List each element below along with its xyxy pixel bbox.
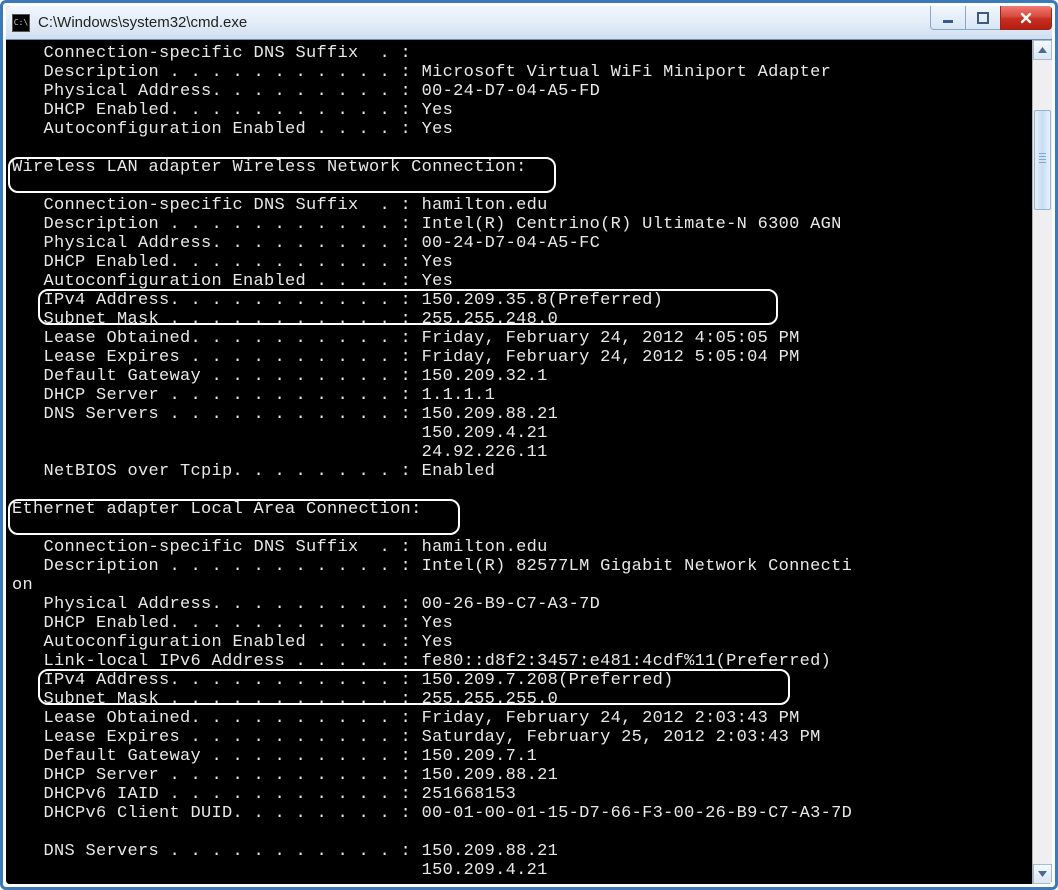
terminal-container: Connection-specific DNS Suffix . : Descr… bbox=[6, 40, 1052, 884]
minimize-button[interactable] bbox=[930, 6, 966, 30]
line: Physical Address. . . . . . . . . : 00-2… bbox=[12, 82, 600, 101]
line: Subnet Mask . . . . . . . . . . . : 255.… bbox=[12, 690, 558, 709]
line: 150.209.4.21 bbox=[12, 861, 548, 880]
line: DHCPv6 Client DUID. . . . . . . . : 00-0… bbox=[12, 804, 852, 823]
line: DHCP Enabled. . . . . . . . . . . : Yes bbox=[12, 253, 453, 272]
line: Autoconfiguration Enabled . . . . : Yes bbox=[12, 633, 453, 652]
scroll-down-button[interactable] bbox=[1033, 864, 1052, 884]
line: Link-local IPv6 Address . . . . . : fe80… bbox=[12, 652, 831, 671]
line: Lease Obtained. . . . . . . . . . : Frid… bbox=[12, 709, 800, 728]
titlebar[interactable]: C:\ C:\Windows\system32\cmd.exe bbox=[6, 6, 1052, 40]
line: Physical Address. . . . . . . . . : 00-2… bbox=[12, 595, 600, 614]
line: 24.92.226.11 bbox=[12, 443, 548, 462]
line: Ethernet adapter Local Area Connection: bbox=[12, 500, 422, 519]
scroll-up-button[interactable] bbox=[1033, 40, 1052, 60]
line: Connection-specific DNS Suffix . : bbox=[12, 44, 411, 63]
window-controls bbox=[931, 6, 1052, 30]
line: IPv4 Address. . . . . . . . . . . : 150.… bbox=[12, 291, 663, 310]
chevron-down-icon bbox=[1038, 871, 1047, 877]
chevron-up-icon bbox=[1038, 47, 1047, 53]
line: Description . . . . . . . . . . . : Inte… bbox=[12, 557, 852, 576]
line: Connection-specific DNS Suffix . : hamil… bbox=[12, 196, 548, 215]
line: Description . . . . . . . . . . . : Micr… bbox=[12, 63, 831, 82]
line: Wireless LAN adapter Wireless Network Co… bbox=[12, 158, 527, 177]
line: DHCP Enabled. . . . . . . . . . . : Yes bbox=[12, 101, 453, 120]
line: Description . . . . . . . . . . . : Inte… bbox=[12, 215, 842, 234]
line: Autoconfiguration Enabled . . . . : Yes bbox=[12, 120, 453, 139]
command-prompt-window: C:\ C:\Windows\system32\cmd.exe Connecti… bbox=[6, 6, 1052, 884]
line: Default Gateway . . . . . . . . . : 150.… bbox=[12, 367, 548, 386]
line: DHCP Server . . . . . . . . . . . : 150.… bbox=[12, 766, 558, 785]
line: Lease Expires . . . . . . . . . . : Frid… bbox=[12, 348, 800, 367]
line: Default Gateway . . . . . . . . . : 150.… bbox=[12, 747, 537, 766]
scroll-track[interactable] bbox=[1033, 60, 1052, 864]
line: DNS Servers . . . . . . . . . . . : 150.… bbox=[12, 405, 558, 424]
vertical-scrollbar[interactable] bbox=[1032, 40, 1052, 884]
line: DNS Servers . . . . . . . . . . . : 150.… bbox=[12, 842, 558, 861]
line: 150.209.4.21 bbox=[12, 424, 548, 443]
scroll-thumb[interactable] bbox=[1034, 110, 1051, 210]
line: Autoconfiguration Enabled . . . . : Yes bbox=[12, 272, 453, 291]
terminal-output[interactable]: Connection-specific DNS Suffix . : Descr… bbox=[6, 40, 1032, 884]
line: DHCPv6 IAID . . . . . . . . . . . : 2516… bbox=[12, 785, 516, 804]
close-button[interactable] bbox=[1000, 6, 1052, 30]
line: Lease Expires . . . . . . . . . . : Satu… bbox=[12, 728, 821, 747]
line: NetBIOS over Tcpip. . . . . . . . : Enab… bbox=[12, 462, 495, 481]
window-title: C:\Windows\system32\cmd.exe bbox=[38, 14, 247, 31]
maximize-button[interactable] bbox=[965, 6, 1001, 30]
line: Connection-specific DNS Suffix . : hamil… bbox=[12, 538, 548, 557]
line: DHCP Enabled. . . . . . . . . . . : Yes bbox=[12, 614, 453, 633]
line: Subnet Mask . . . . . . . . . . . : 255.… bbox=[12, 310, 558, 329]
line: DHCP Server . . . . . . . . . . . : 1.1.… bbox=[12, 386, 495, 405]
line: on bbox=[12, 576, 33, 595]
line: Lease Obtained. . . . . . . . . . : Frid… bbox=[12, 329, 800, 348]
line: IPv4 Address. . . . . . . . . . . : 150.… bbox=[12, 671, 674, 690]
app-icon: C:\ bbox=[12, 14, 30, 32]
line: Physical Address. . . . . . . . . : 00-2… bbox=[12, 234, 600, 253]
